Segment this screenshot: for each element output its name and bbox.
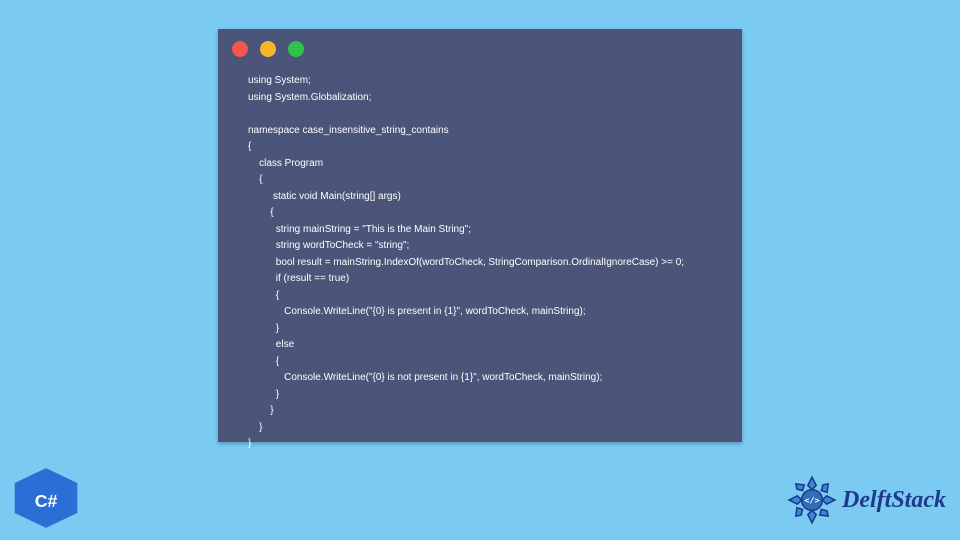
code-block: using System; using System.Globalization… <box>218 63 742 463</box>
close-icon <box>232 41 248 57</box>
delftstack-logo: </> DelftStack <box>786 474 946 526</box>
code-window: using System; using System.Globalization… <box>218 29 742 442</box>
csharp-label: C# <box>35 491 58 511</box>
csharp-logo-icon: C# <box>12 468 80 528</box>
maximize-icon <box>288 41 304 57</box>
window-traffic-lights <box>218 29 742 63</box>
delftstack-emblem-icon: </> <box>786 474 838 526</box>
delftstack-brand-text: DelftStack <box>842 487 946 514</box>
minimize-icon <box>260 41 276 57</box>
svg-text:</>: </> <box>805 495 820 505</box>
